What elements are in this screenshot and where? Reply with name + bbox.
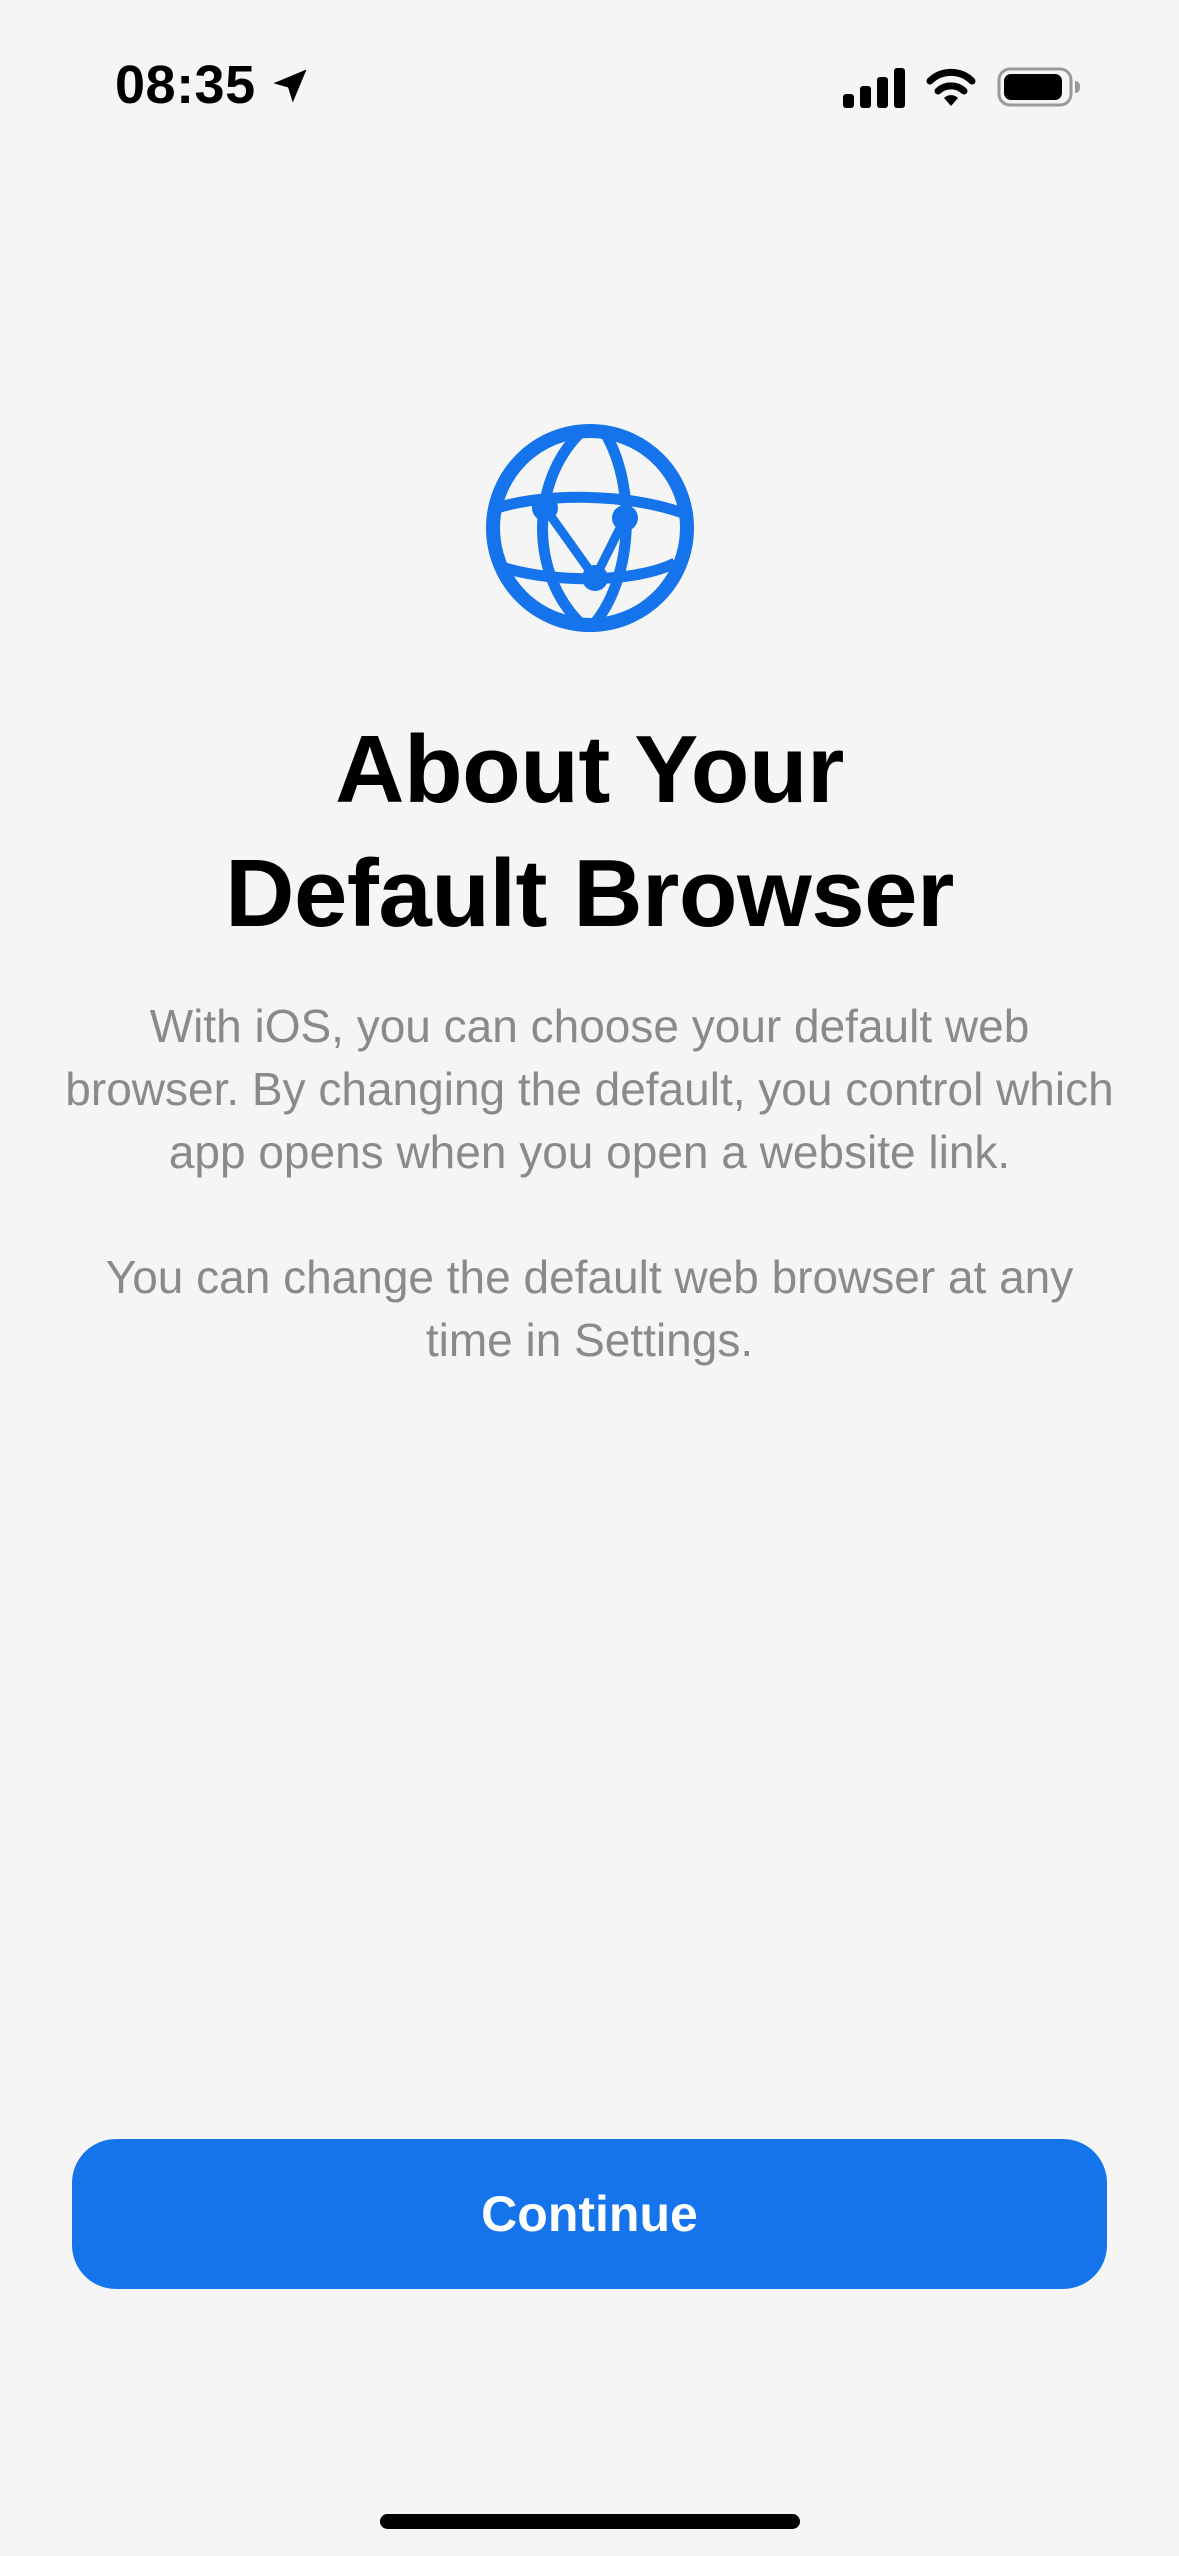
settings-note-paragraph: You can change the default web browser a…: [105, 1251, 1074, 1366]
status-bar: 08:35: [0, 0, 1179, 150]
home-indicator[interactable]: [380, 2514, 800, 2529]
wifi-icon: [926, 68, 976, 106]
status-time: 08:35: [115, 55, 256, 115]
continue-button[interactable]: Continue: [72, 2139, 1107, 2289]
globe-icon: [486, 424, 694, 632]
cellular-signal-icon: [843, 68, 905, 108]
page-title: About Your Default Browser: [225, 716, 954, 947]
location-arrow-icon: [273, 69, 307, 103]
battery-icon: [997, 67, 1080, 107]
description-paragraph: With iOS, you can choose your default we…: [65, 1000, 1114, 1178]
onboarding-screen: 08:35 About Your Default Browser With iO…: [0, 0, 1179, 2556]
